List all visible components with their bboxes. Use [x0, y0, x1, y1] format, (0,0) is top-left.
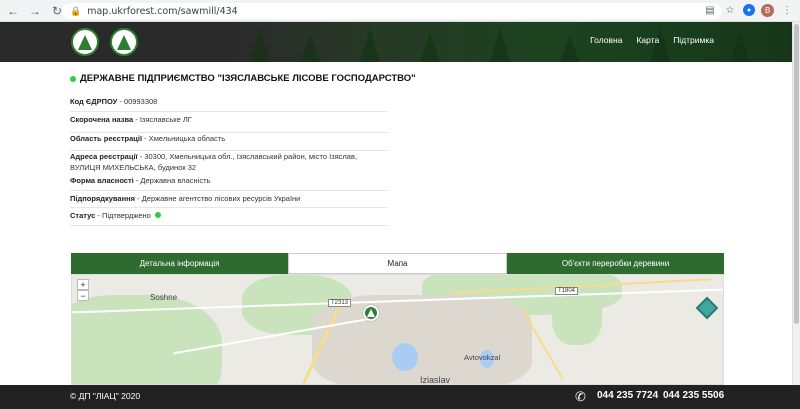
- site-header: Головна Карта Підтримка: [0, 22, 792, 62]
- info-row-edrpou: Код ЄДРПОУ - 00993308: [70, 96, 388, 112]
- forward-icon[interactable]: →: [26, 2, 44, 20]
- info-row-status: Статус - Підтверджено: [70, 208, 388, 226]
- road-badge: T1804: [555, 287, 579, 295]
- tab-map[interactable]: Мапа: [288, 253, 507, 274]
- page-scrollbar[interactable]: [792, 22, 800, 385]
- tab-wood-processing[interactable]: Об'єкти переробки деревини: [507, 253, 724, 274]
- copyright-text: © ДП "ЛІАЦ" 2020: [70, 391, 141, 401]
- info-row-short-name: Скорочена назва - Ізяславське ЛГ: [70, 112, 388, 133]
- page-content: ДЕРЖАВНЕ ПІДПРИЄМСТВО "ІЗЯСЛАВСЬКЕ ЛІСОВ…: [0, 62, 792, 385]
- info-row-subordination: Підпорядкування - Державне агентство ліс…: [70, 191, 388, 208]
- map-urban-area: [312, 295, 532, 384]
- map-label-avtovokzal: Avtovokzal: [464, 353, 501, 362]
- info-row-address: Адреса реєстрації - 30300, Хмельницька о…: [70, 152, 358, 172]
- map-label-iziaslav: Iziaslav: [420, 375, 451, 385]
- extension-icon[interactable]: ●: [743, 4, 755, 16]
- phone-icon: ✆: [575, 389, 586, 404]
- map-view[interactable]: + − Soshne Avtovokzal Iziaslav T2313 T18…: [71, 274, 724, 385]
- map-label-soshne: Soshne: [150, 293, 178, 302]
- status-dot-icon: [70, 75, 76, 82]
- status-text: Підтверджено: [101, 211, 151, 220]
- liac-logo[interactable]: [110, 28, 138, 56]
- profile-avatar[interactable]: B: [761, 3, 774, 17]
- menu-kebab-icon[interactable]: ⋮: [780, 3, 794, 17]
- zoom-in-button[interactable]: +: [77, 279, 89, 290]
- company-title: ДЕРЖАВНЕ ПІДПРИЄМСТВО "ІЗЯСЛАВСЬКЕ ЛІСОВ…: [70, 73, 416, 84]
- zoom-out-button[interactable]: −: [77, 290, 89, 301]
- status-confirmed-icon: [154, 212, 161, 218]
- forest-agency-logo[interactable]: [71, 28, 99, 56]
- address-bar[interactable]: 🔒 map.ukrforest.com/sawmill/434: [62, 3, 722, 19]
- site-footer: © ДП "ЛІАЦ" 2020 ✆ 044 235 7724 044 235 …: [0, 385, 800, 409]
- nav-home[interactable]: Головна: [590, 35, 622, 45]
- url-text: map.ukrforest.com/sawmill/434: [87, 5, 238, 17]
- sawmill-marker-icon[interactable]: [363, 305, 379, 321]
- nav-map[interactable]: Карта: [636, 35, 659, 45]
- lock-icon: 🔒: [70, 5, 82, 16]
- info-tabs: Детальна інформація Мапа Об'єкти перероб…: [71, 253, 724, 274]
- bookmark-star-icon[interactable]: ☆: [723, 3, 737, 17]
- layers-icon[interactable]: [695, 296, 719, 320]
- road-badge: T2313: [328, 299, 352, 307]
- main-nav: Головна Карта Підтримка: [590, 35, 714, 45]
- phone-number-1[interactable]: 044 235 7724: [597, 390, 658, 401]
- info-row-ownership: Форма власності - Державна власність: [70, 175, 388, 191]
- tab-details[interactable]: Детальна інформація: [71, 253, 288, 274]
- info-row-region: Область реєстрації - Хмельницька область: [70, 133, 388, 151]
- nav-support[interactable]: Підтримка: [673, 35, 714, 45]
- phone-number-2[interactable]: 044 235 5506: [663, 390, 724, 401]
- back-icon[interactable]: ←: [4, 2, 22, 20]
- translate-icon[interactable]: ▤: [703, 3, 717, 17]
- browser-toolbar: ← → ↻ 🔒 map.ukrforest.com/sawmill/434 ▤ …: [0, 0, 800, 22]
- map-water: [392, 343, 418, 371]
- company-name: ДЕРЖАВНЕ ПІДПРИЄМСТВО "ІЗЯСЛАВСЬКЕ ЛІСОВ…: [80, 73, 416, 84]
